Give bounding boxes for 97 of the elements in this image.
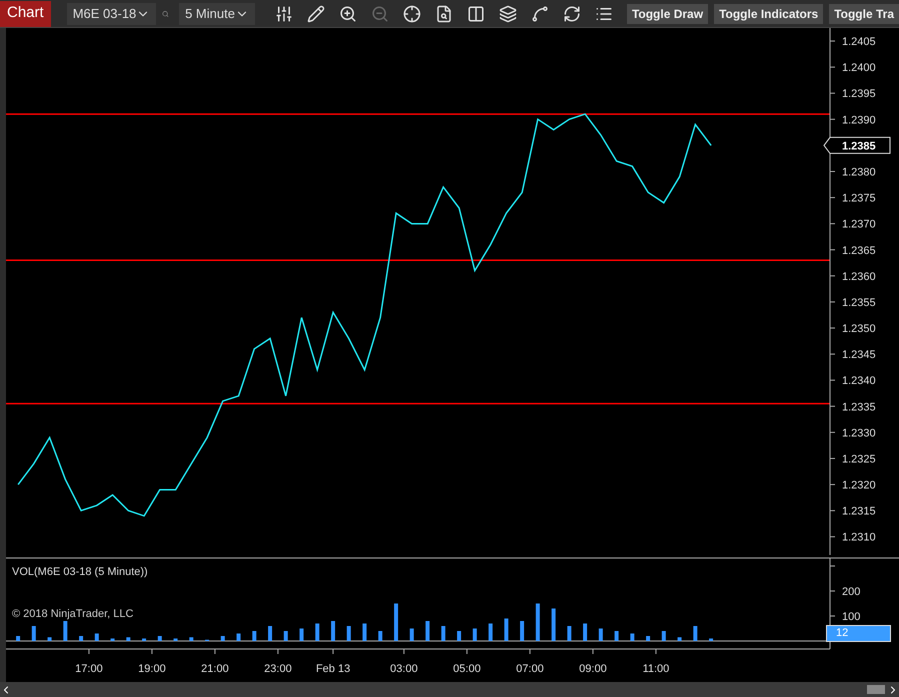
refresh-icon[interactable] [562,4,581,22]
time-tick-label: 11:00 [642,663,670,675]
price-tick-label: 1.2380 [842,166,876,178]
volume-bar [362,624,367,641]
volume-bar [457,631,462,641]
time-tick-label: Feb 13 [316,663,350,675]
volume-bar [315,624,320,641]
volume-bar [94,634,99,641]
price-tick-label: 1.2370 [842,218,876,231]
volume-bar [426,621,430,641]
y-tick-label: 1.2385 [842,140,876,152]
interval-dropdown[interactable]: 5 Minute [179,2,255,24]
time-tick-label: 09:00 [579,663,607,675]
price-tick-label: 1.2375 [842,192,876,205]
price-tick-label: 1.2310 [842,532,876,544]
volume-bar [174,638,178,641]
time-tick-label: 17:00 [75,663,103,675]
time-tick-label: 05:00 [453,663,481,675]
pencil-icon[interactable] [306,4,325,22]
chart-tab[interactable]: Chart [0,0,51,26]
scrollbar-thumb[interactable] [867,685,885,694]
sliders-icon[interactable] [274,4,293,22]
instrument-dropdown[interactable]: M6E 03-18 [66,2,156,24]
volume-bar [126,637,130,641]
volume-bar [63,621,68,641]
volume-bar [614,631,619,641]
crosshair-icon[interactable] [402,4,421,22]
volume-bar [678,637,682,641]
volume-bar [536,604,540,641]
volume-bar [552,608,556,641]
spline-icon[interactable] [530,4,549,22]
volume-bar [583,624,588,641]
volume-bar [331,621,336,641]
price-tick-label: 1.2350 [842,323,876,336]
price-tick-label: 1.2330 [842,427,876,440]
volume-bar [410,628,414,641]
volume-bar [268,626,272,641]
horizontal-scrollbar[interactable] [0,682,899,697]
price-tick-label: 1.2400 [842,62,876,74]
volume-bar [220,636,225,641]
price-tick-label: 1.2340 [842,375,876,388]
time-tick-label: 23:00 [264,663,292,675]
price-tick-label: 1.2405 [842,36,876,48]
volume-bar [79,636,84,641]
volume-bar [300,628,304,641]
price-tick-label: 1.2395 [842,88,876,100]
price-tick-label: 1.2390 [842,114,876,126]
volume-bar [598,628,603,641]
price-tick-label: 1.2325 [842,453,876,466]
toggle-button[interactable]: Toggle Indicators [714,4,824,24]
volume-bar [709,638,714,641]
copyright-text: © 2018 NinjaTrader, LLC [12,608,134,620]
volume-tick-label: 200 [842,586,860,598]
layers-icon[interactable] [498,4,517,22]
volume-bar [252,631,256,641]
price-tick-label: 1.2360 [842,270,876,283]
volume-bar [646,636,650,641]
price-tick-label: 1.2335 [842,401,876,414]
volume-bar [662,631,666,641]
volume-bar [16,636,20,641]
price-tick-label: 1.2355 [842,296,876,309]
toggle-button[interactable]: Toggle Draw [626,4,708,24]
volume-bar [142,638,146,641]
toggle-button[interactable]: Toggle Tra [829,4,899,24]
current-volume-label: 12 [826,625,891,642]
price-tick-label: 1.2315 [842,506,876,518]
volume-bar [488,624,493,641]
columns-icon[interactable] [466,4,485,22]
document-search-icon[interactable] [434,4,453,22]
volume-bar [236,634,241,641]
volume-bar [504,618,508,641]
time-tick-label: 03:00 [390,663,418,675]
volume-bar [394,604,398,641]
volume-bar [378,631,382,641]
volume-bar [32,626,36,641]
volume-bar [630,634,634,641]
volume-bar [472,628,477,641]
price-tick-label: 1.2365 [842,244,876,257]
volume-bar [441,626,446,641]
current-price-marker: 1.2385 [823,136,890,154]
volume-bar [110,638,115,641]
volume-bar [189,637,194,641]
volume-bar [48,637,52,641]
volume-bar [520,621,524,641]
volume-bar [693,626,698,641]
volume-bar [158,636,162,641]
time-tick-label: 07:00 [516,663,544,675]
volume-bar [346,626,351,641]
zoom-in-icon[interactable] [338,4,357,22]
time-tick-label: 19:00 [138,663,166,675]
volume-tick-label: 100 [842,611,860,623]
price-tick-label: 1.2345 [842,349,876,362]
volume-bar [567,626,572,641]
volume-title: VOL(M6E 03-18 (5 Minute)) [12,566,148,578]
time-tick-label: 21:00 [201,663,229,675]
price-tick-label: 1.2320 [842,480,876,492]
volume-bar [284,631,288,641]
